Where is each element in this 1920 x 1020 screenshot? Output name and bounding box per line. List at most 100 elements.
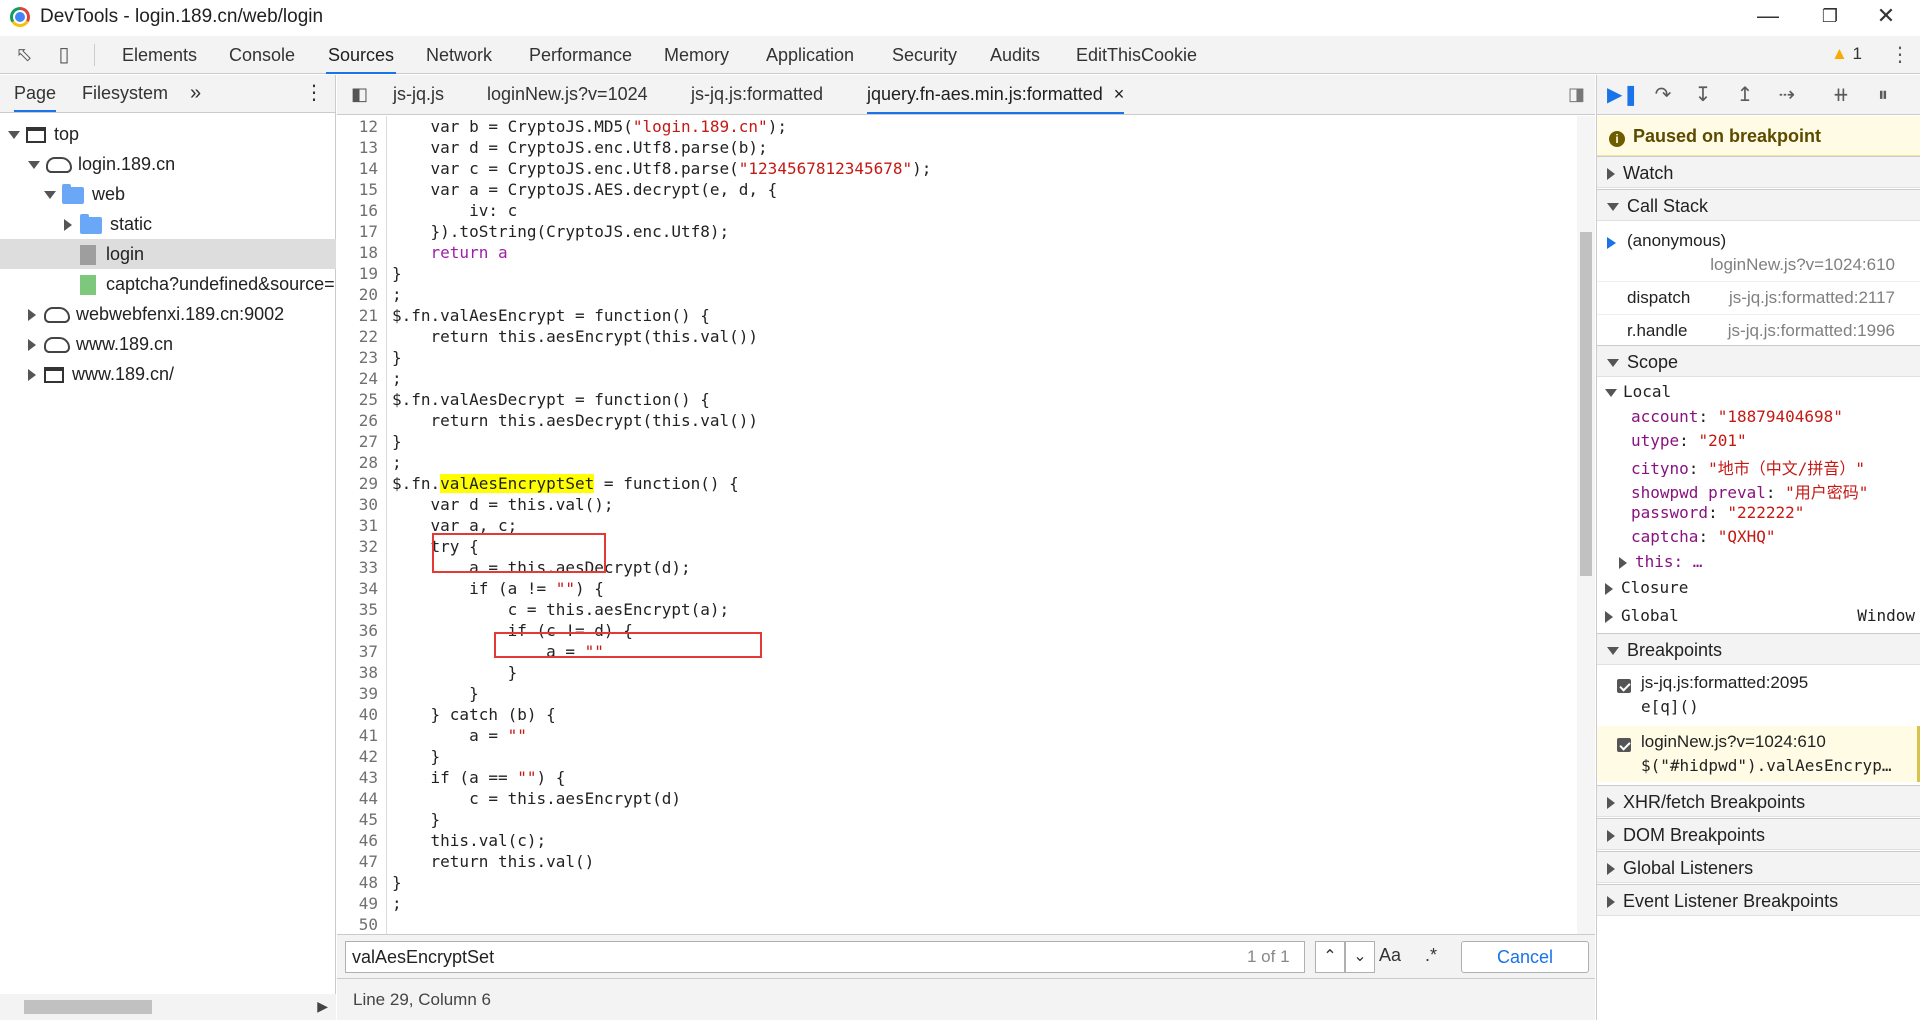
scope-var-utype[interactable]: utype: "201" <box>1631 431 1920 453</box>
line-number[interactable]: 35 <box>359 599 378 620</box>
inspect-element-icon[interactable]: ⬁ <box>10 42 38 68</box>
tab-editthiscookie[interactable]: EditThisCookie <box>1074 36 1199 74</box>
tab-console[interactable]: Console <box>227 36 297 74</box>
section-watch[interactable]: Watch <box>1597 156 1920 188</box>
scope-var-this[interactable]: this: … <box>1619 552 1920 574</box>
scope-var-cityno[interactable]: cityno: "地市（中文/拼音）" <box>1631 455 1920 477</box>
section-event-listener-breakpoints[interactable]: Event Listener Breakpoints <box>1597 884 1920 916</box>
line-number[interactable]: 34 <box>359 578 378 599</box>
resume-button[interactable]: ▶❚ <box>1607 83 1639 107</box>
minimize-button[interactable]: — <box>1740 2 1796 32</box>
scope-var-password[interactable]: password: "222222" <box>1631 503 1920 525</box>
line-number[interactable]: 32 <box>359 536 378 557</box>
section-global-listeners[interactable]: Global Listeners <box>1597 851 1920 883</box>
line-number[interactable]: 41 <box>359 725 378 746</box>
line-number[interactable]: 38 <box>359 662 378 683</box>
tab-sources[interactable]: Sources <box>326 36 397 74</box>
code-vertical-scrollbar[interactable] <box>1577 116 1595 1009</box>
line-number[interactable]: 36 <box>359 620 378 641</box>
call-frame-anonymous[interactable]: (anonymous) loginNew.js?v=1024:610 <box>1597 225 1920 279</box>
section-xhr-breakpoints[interactable]: XHR/fetch Breakpoints <box>1597 785 1920 817</box>
line-number[interactable]: 43 <box>359 767 378 788</box>
more-tabs-icon[interactable]: » <box>190 75 201 112</box>
next-match-button[interactable]: ⌄ <box>1345 941 1375 973</box>
tab-network[interactable]: Network <box>424 36 494 74</box>
tree-folder-static[interactable]: static <box>64 209 152 239</box>
tree-file-captcha[interactable]: captcha?undefined&source= <box>80 269 336 299</box>
line-number[interactable]: 30 <box>359 494 378 515</box>
scroll-right-icon[interactable]: ▶ <box>317 998 328 1015</box>
line-number[interactable]: 27 <box>359 431 378 452</box>
line-number[interactable]: 18 <box>359 242 378 263</box>
tree-frame-top[interactable]: top <box>8 119 79 149</box>
line-number[interactable]: 45 <box>359 809 378 830</box>
scope-closure[interactable]: Closure <box>1605 578 1920 600</box>
scope-local[interactable]: Local <box>1605 382 1920 404</box>
section-breakpoints[interactable]: Breakpoints <box>1597 633 1920 665</box>
call-frame-rhandle[interactable]: r.handle js-jq.js:formatted:1996 <box>1597 314 1920 344</box>
scope-var-captcha[interactable]: captcha: "QXHQ" <box>1631 527 1920 549</box>
more-options-icon[interactable]: ⋮ <box>1886 42 1914 68</box>
breakpoint-checkbox[interactable] <box>1617 675 1631 695</box>
toggle-debugger-icon[interactable]: ◨ <box>1568 75 1585 114</box>
navigator-menu-icon[interactable]: ⋮ <box>304 75 324 112</box>
tab-memory[interactable]: Memory <box>662 36 731 74</box>
tab-filesystem[interactable]: Filesystem <box>82 75 168 112</box>
tree-file-login[interactable]: login <box>0 239 336 269</box>
step-over-button[interactable]: ↷ <box>1649 83 1677 107</box>
section-scope[interactable]: Scope <box>1597 345 1920 377</box>
section-call-stack[interactable]: Call Stack <box>1597 189 1920 221</box>
section-dom-breakpoints[interactable]: DOM Breakpoints <box>1597 818 1920 850</box>
warnings-counter[interactable]: ▲ 1 <box>1831 44 1862 64</box>
scrollbar-thumb[interactable] <box>24 1000 152 1014</box>
search-input[interactable]: valAesEncryptSet <box>345 941 1305 973</box>
tab-performance[interactable]: Performance <box>527 36 634 74</box>
breakpoint-checkbox[interactable] <box>1617 734 1631 754</box>
tab-security[interactable]: Security <box>890 36 959 74</box>
pause-on-exceptions-button[interactable]: ⏸ <box>1869 83 1897 107</box>
tree-origin-www189[interactable]: www.189.cn <box>28 329 173 359</box>
editor-tab-js-jq-formatted[interactable]: js-jq.js:formatted <box>691 75 823 114</box>
scope-var-showpwd-preval[interactable]: showpwd_preval: "用户密码" <box>1631 479 1920 501</box>
line-number[interactable]: 21 <box>359 305 378 326</box>
match-case-button[interactable]: Aa <box>1379 945 1401 966</box>
tab-audits[interactable]: Audits <box>988 36 1042 74</box>
line-number[interactable]: 12 <box>359 116 378 137</box>
tree-origin-login[interactable]: login.189.cn <box>28 149 175 179</box>
device-toolbar-icon[interactable]: ▯ <box>50 42 78 68</box>
toggle-navigator-icon[interactable]: ◧ <box>351 75 368 114</box>
tab-page[interactable]: Page <box>14 75 57 112</box>
line-number[interactable]: 37 <box>359 641 378 662</box>
line-number[interactable]: 17 <box>359 221 378 242</box>
line-number[interactable]: 42 <box>359 746 378 767</box>
line-number[interactable]: 29 <box>359 473 378 494</box>
tree-frame-www189[interactable]: www.189.cn/ <box>28 359 174 389</box>
breakpoint-loginnew[interactable]: loginNew.js?v=1024:610 $("#hidpwd").valA… <box>1597 726 1920 782</box>
close-tab-icon[interactable]: × <box>1114 84 1125 104</box>
breakpoint-js-jq[interactable]: js-jq.js:formatted:2095 e[q]() <box>1597 667 1920 723</box>
step-button[interactable]: ⇢ <box>1773 83 1801 107</box>
scope-global[interactable]: Global Window <box>1605 606 1920 628</box>
line-number[interactable]: 24 <box>359 368 378 389</box>
line-number[interactable]: 22 <box>359 326 378 347</box>
editor-tab-js-jq[interactable]: js-jq.js <box>393 75 444 114</box>
step-out-button[interactable]: ↥ <box>1731 83 1759 107</box>
editor-tab-jquery-fn-aes[interactable]: jquery.fn-aes.min.js:formatted × <box>867 75 1125 114</box>
line-number[interactable]: 15 <box>359 179 378 200</box>
line-number[interactable]: 25 <box>359 389 378 410</box>
line-number[interactable]: 19 <box>359 263 378 284</box>
line-number[interactable]: 50 <box>359 914 378 935</box>
line-number[interactable]: 13 <box>359 137 378 158</box>
line-number[interactable]: 39 <box>359 683 378 704</box>
line-number[interactable]: 20 <box>359 284 378 305</box>
line-number[interactable]: 48 <box>359 872 378 893</box>
call-frame-dispatch[interactable]: dispatch js-jq.js:formatted:2117 <box>1597 281 1920 311</box>
tab-elements[interactable]: Elements <box>120 36 199 74</box>
line-number[interactable]: 26 <box>359 410 378 431</box>
line-number[interactable]: 40 <box>359 704 378 725</box>
restore-button[interactable]: ❐ <box>1802 2 1858 32</box>
line-number[interactable]: 23 <box>359 347 378 368</box>
deactivate-breakpoints-button[interactable]: ⧺ <box>1827 83 1855 107</box>
code-view[interactable]: 12 13 14 15 16 17 18 19 20 21 22 23 24 25 26 27 28 29 30 31… <box>337 116 1595 1009</box>
tree-origin-webwebfenxi[interactable]: webwebfenxi.189.cn:9002 <box>28 299 284 329</box>
